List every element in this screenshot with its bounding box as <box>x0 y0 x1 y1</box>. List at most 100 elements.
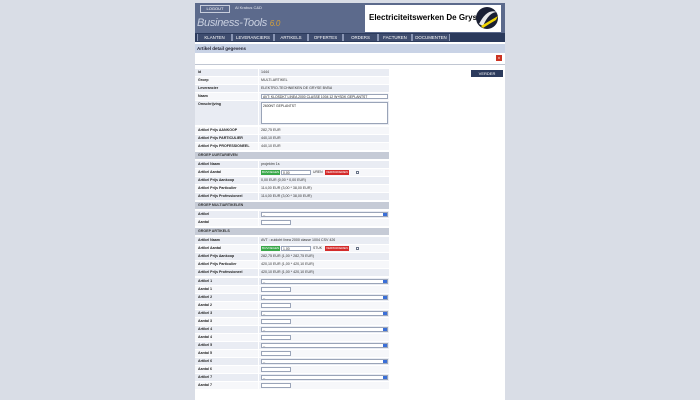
field-label: Id <box>198 70 202 74</box>
chevron-down-icon <box>383 312 387 315</box>
verwijderen-checkbox[interactable] <box>356 171 359 174</box>
field-label: Artikel Aantal <box>198 246 222 250</box>
row-id: Id 1444 <box>195 69 389 76</box>
select-value: -- <box>263 312 266 316</box>
omschrijving-textarea[interactable]: 2600NT GEPLANTST <box>261 102 388 124</box>
extra-row-13: Artikel 7 -- <box>195 374 389 381</box>
logout-button[interactable]: LOGOUT <box>200 5 230 13</box>
select-value: -- <box>263 296 266 300</box>
aantal-input[interactable] <box>261 319 291 324</box>
verwijderen-button[interactable]: VERWIJDEREN <box>325 170 349 175</box>
field-label: Leverancier <box>198 86 219 90</box>
field-label: Artikel 1 <box>198 279 213 283</box>
select-value: -- <box>263 376 266 380</box>
nav-item-offertes[interactable]: OFFERTES <box>308 34 343 41</box>
bijvoegen-button[interactable]: BIJVOEGEN <box>261 170 281 175</box>
chevron-down-icon <box>383 344 387 347</box>
row-prijs-particulier: Artikel Prijs PARTICULIER 440,10 EUR <box>195 135 389 142</box>
nav-item-klanten[interactable]: KLANTEN <box>197 34 232 41</box>
select-value: -- <box>263 328 266 332</box>
chevron-down-icon <box>383 296 387 299</box>
uur-unit: UREN <box>313 170 323 174</box>
field-label: Artikel Prijs Particulier <box>198 186 237 190</box>
extra-row-6: Aantal 3 <box>195 318 389 325</box>
verwijderen-checkbox[interactable] <box>356 247 359 250</box>
chevron-down-icon <box>383 280 387 283</box>
nav-item-leveranciers[interactable]: LEVERANCIERS <box>232 34 274 41</box>
row-art-prijs-aankoop: Artikel Prijs Aankoop 282,75 EUR (1,00 *… <box>195 253 389 260</box>
row-multi-aantal: Aantal <box>195 219 389 226</box>
uur-aantal-input[interactable]: 0,00 <box>281 170 311 175</box>
extra-row-11: Artikel 6 -- <box>195 358 389 365</box>
nav-item-artikels[interactable]: ARTIKELS <box>274 34 308 41</box>
row-prijs-aankoop: Artikel Prijs AANKOOP 282,75 EUR <box>195 127 389 134</box>
page-title: Artikel detail gegevens <box>197 46 247 51</box>
verwijderen-button[interactable]: VERWIJDEREN <box>325 246 349 251</box>
brand-logo: Business-Tools 6.0 <box>197 17 280 30</box>
art-aantal-input[interactable]: 1,00 <box>281 246 311 251</box>
aantal-input[interactable] <box>261 303 291 308</box>
row-art-prijs-professioneel: Artikel Prijs Professioneel 420,10 EUR (… <box>195 269 389 276</box>
field-label: Artikel 6 <box>198 359 213 363</box>
field-label: Artikel <box>198 212 210 216</box>
field-label: Artikel 5 <box>198 343 213 347</box>
app-window: LOGOUT Al Krabus C&D Business-Tools 6.0 … <box>195 3 505 400</box>
extra-row-4: Aantal 2 <box>195 302 389 309</box>
close-button[interactable]: x <box>496 55 502 61</box>
id-value: 1444 <box>261 70 269 74</box>
naam-input[interactable]: AVT: KLOSDKT LINEA 2000 CLASSE 1004 12 W… <box>261 94 388 99</box>
field-label: Artikel 3 <box>198 311 213 315</box>
multi-aantal-input[interactable] <box>261 220 291 225</box>
brand-version: 6.0 <box>269 19 281 28</box>
artikel-select[interactable]: -- <box>261 311 388 316</box>
aantal-input[interactable] <box>261 383 291 388</box>
extra-row-2: Aantal 1 <box>195 286 389 293</box>
select-value: -- <box>263 280 266 284</box>
field-label: Artikel 2 <box>198 295 213 299</box>
row-art-prijs-particulier: Artikel Prijs Particulier 420,10 EUR (1,… <box>195 261 389 268</box>
row-prijs-professioneel: Artikel Prijs PROFESSIONEEL 440,10 EUR <box>195 143 389 150</box>
artikel-select[interactable]: -- <box>261 375 388 380</box>
section-title: GROEP MULTIARTIKELEN <box>198 203 244 207</box>
aantal-input[interactable] <box>261 287 291 292</box>
art-naam-value: AVT : zuidoht linea 2000 classe 1004 CSV… <box>261 238 336 242</box>
nav-item-documenten[interactable]: DOCUMENTEN <box>412 34 450 41</box>
field-label: Aantal 1 <box>198 287 212 291</box>
leverancier-value: ELEKTRO-TECHNIEKEN DE GRYSE BVBA <box>261 86 333 90</box>
groep-value: MULTI-ARTIKEL <box>261 78 288 82</box>
main-nav: KLANTEN LEVERANCIERS ARTIKELS OFFERTES O… <box>195 33 505 42</box>
field-label: Artikel 7 <box>198 375 213 379</box>
uur-prijs-professioneel-value: 114,00 EUR (3,00 * 38,00 EUR) <box>261 194 312 198</box>
nav-item-orders[interactable]: ORDERS <box>343 34 378 41</box>
artikel-select[interactable]: -- <box>261 359 388 364</box>
aantal-input[interactable] <box>261 367 291 372</box>
section-uurtarieven: GROEP UURTARIEVEN <box>195 152 389 159</box>
aantal-input[interactable] <box>261 351 291 356</box>
multi-artikel-select[interactable]: -- <box>261 212 388 217</box>
field-label: Artikel Prijs PROFESSIONEEL <box>198 144 250 148</box>
extra-row-5: Artikel 3 -- <box>195 310 389 317</box>
divider <box>195 64 505 65</box>
artikel-select[interactable]: -- <box>261 295 388 300</box>
aantal-input[interactable] <box>261 335 291 340</box>
row-naam: Naam AVT: KLOSDKT LINEA 2000 CLASSE 1004… <box>195 93 389 100</box>
nav-item-facturen[interactable]: FACTUREN <box>378 34 412 41</box>
select-value: -- <box>263 360 266 364</box>
user-info: Al Krabus C&D <box>235 5 262 10</box>
header: LOGOUT Al Krabus C&D Business-Tools 6.0 … <box>195 3 505 33</box>
prijs-aankoop-value: 282,75 EUR <box>261 128 281 132</box>
company-logo-text: Electriciteitswerken De Gryse <box>369 13 482 22</box>
field-label: Aantal 2 <box>198 303 212 307</box>
art-unit: STUK <box>313 246 323 250</box>
chevron-down-icon <box>383 328 387 331</box>
art-prijs-particulier-value: 420,10 EUR (1,00 * 420,10 EUR) <box>261 262 314 266</box>
verder-button[interactable]: VERDER <box>471 70 503 77</box>
field-label: Groep <box>198 78 209 82</box>
artikel-select[interactable]: -- <box>261 279 388 284</box>
artikel-select[interactable]: -- <box>261 327 388 332</box>
field-label: Artikel Prijs Professioneel <box>198 270 243 274</box>
row-uur-naam: Artikel Naam projektm 1s <box>195 161 389 168</box>
field-label: Aantal 6 <box>198 367 212 371</box>
bijvoegen-button[interactable]: BIJVOEGEN <box>261 246 281 251</box>
artikel-select[interactable]: -- <box>261 343 388 348</box>
